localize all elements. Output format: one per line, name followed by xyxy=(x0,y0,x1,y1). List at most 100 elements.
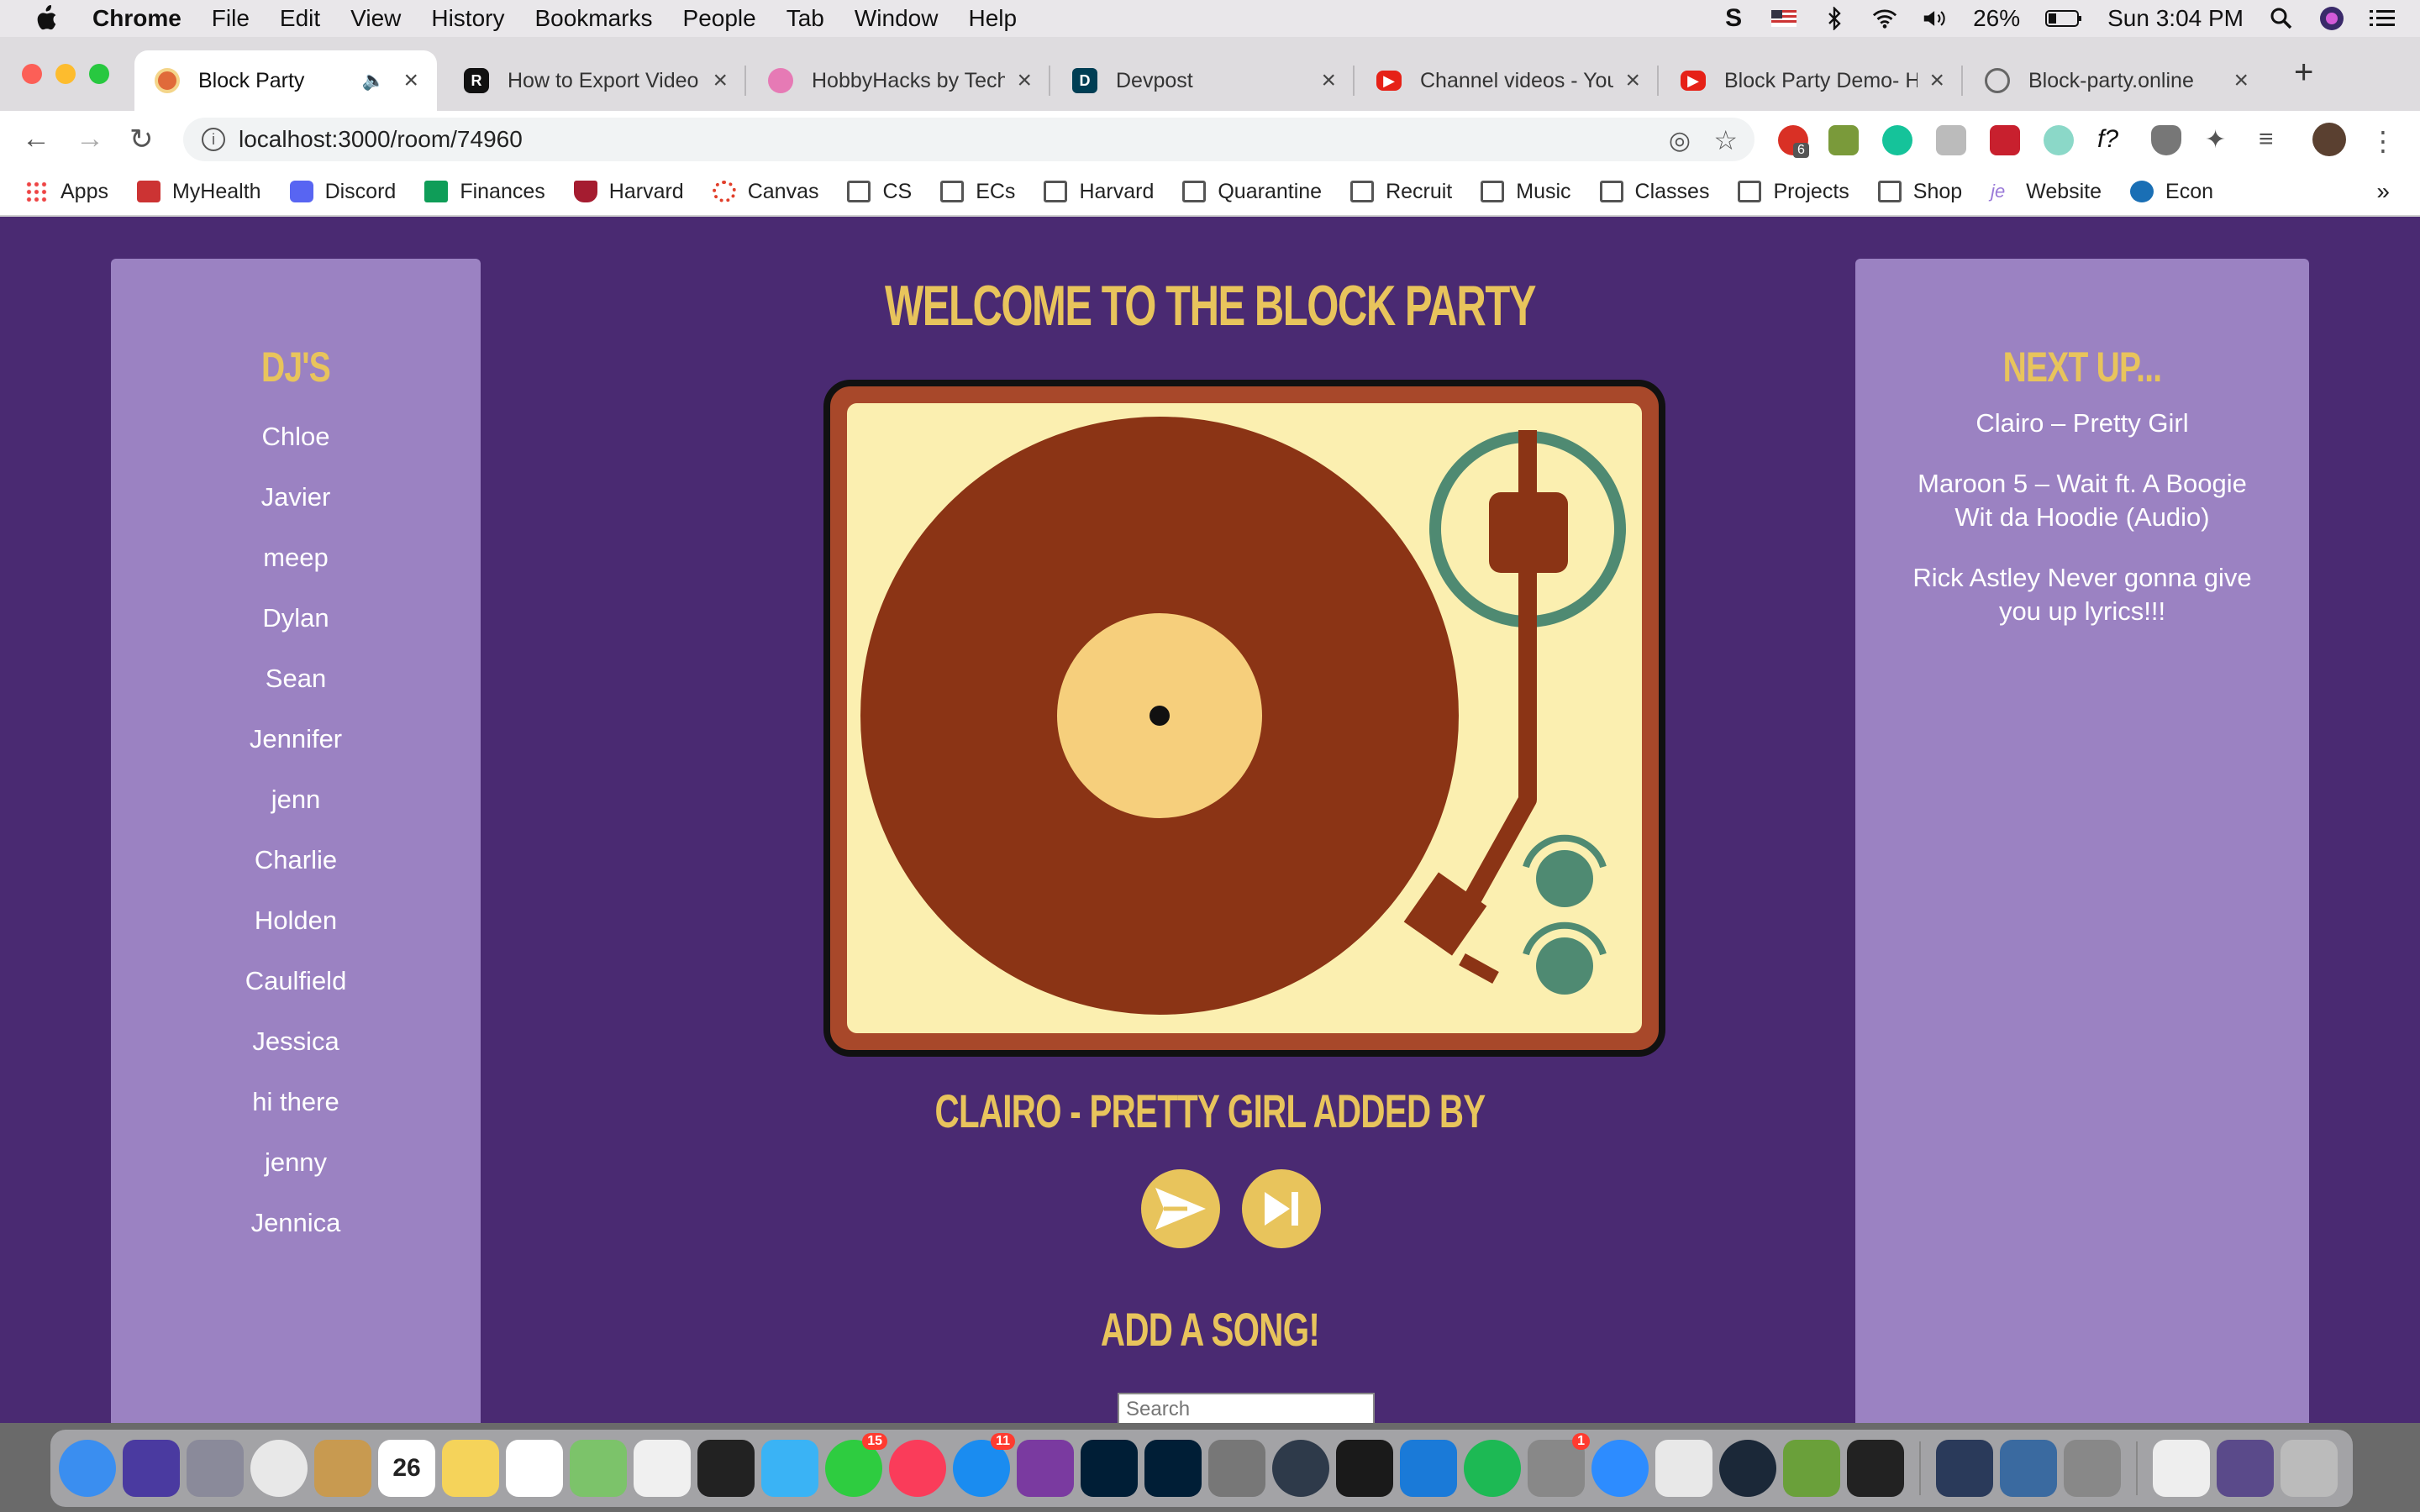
chrome-icon[interactable] xyxy=(250,1440,308,1497)
bookmark-folder-recruit[interactable]: Recruit xyxy=(1350,180,1452,204)
maps-icon[interactable] xyxy=(570,1440,627,1497)
speaker-icon[interactable]: 🔈 xyxy=(362,70,385,92)
apple-menu-icon[interactable] xyxy=(34,5,59,32)
final-cut-icon[interactable] xyxy=(697,1440,755,1497)
tab-block-party-online[interactable]: Block-party.online × xyxy=(1965,50,2267,111)
calendar-icon[interactable]: 26 xyxy=(378,1440,435,1497)
quicktime-icon[interactable] xyxy=(1936,1440,1993,1497)
s-app-icon[interactable]: S xyxy=(1721,4,1746,32)
extensions-puzzle-icon[interactable]: ✦ xyxy=(2205,125,2235,155)
menu-chrome[interactable]: Chrome xyxy=(92,5,182,32)
preview-icon[interactable] xyxy=(2000,1440,2057,1497)
tab-how-to-export-video[interactable]: R How to Export Video × xyxy=(444,50,746,111)
us-flag-icon[interactable] xyxy=(1771,7,1797,30)
bookmark-finances[interactable]: Finances xyxy=(424,180,545,204)
bookmark-folder-quarantine[interactable]: Quarantine xyxy=(1182,180,1322,204)
extension-font-icon[interactable]: f? xyxy=(2097,125,2128,155)
spotify-icon[interactable] xyxy=(1464,1440,1521,1497)
bookmark-apps[interactable]: Apps xyxy=(25,180,108,204)
menu-bookmarks[interactable]: Bookmarks xyxy=(534,5,652,32)
reminders-icon[interactable] xyxy=(506,1440,563,1497)
messages-icon[interactable] xyxy=(761,1440,818,1497)
bookmarks-overflow-icon[interactable]: » xyxy=(2376,178,2390,205)
xcode-icon[interactable] xyxy=(1400,1440,1457,1497)
skip-track-button[interactable] xyxy=(1242,1169,1321,1248)
window-zoom-button[interactable] xyxy=(89,64,109,84)
minecraft-icon[interactable] xyxy=(1783,1440,1840,1497)
siri-icon[interactable] xyxy=(123,1440,180,1497)
screenshot-icon[interactable] xyxy=(2064,1440,2121,1497)
tab-block-party[interactable]: Block Party 🔈 × xyxy=(134,50,437,111)
url-text[interactable]: localhost:3000/room/74960 xyxy=(239,126,523,153)
menu-edit[interactable]: Edit xyxy=(280,5,320,32)
spotlight-search-icon[interactable] xyxy=(2269,7,2294,30)
bookmark-folder-ecs[interactable]: ECs xyxy=(940,180,1015,204)
wifi-icon[interactable] xyxy=(1872,7,1897,30)
close-tab-icon[interactable]: × xyxy=(1929,66,1944,95)
menubar-clock[interactable]: Sun 3:04 PM xyxy=(2107,5,2244,32)
launchpad-icon[interactable] xyxy=(187,1440,244,1497)
menu-tab[interactable]: Tab xyxy=(786,5,824,32)
extension-k-icon[interactable] xyxy=(1936,125,1966,155)
bookmark-canvas[interactable]: Canvas xyxy=(712,180,818,204)
photos-icon[interactable] xyxy=(634,1440,691,1497)
onenote-icon[interactable] xyxy=(1017,1440,1074,1497)
close-tab-icon[interactable]: × xyxy=(1017,66,1032,95)
tab-devpost[interactable]: D Devpost × xyxy=(1052,50,1355,111)
address-bar[interactable]: i localhost:3000/room/74960 ◎ ☆ xyxy=(183,118,1754,161)
extension-lastpass-icon[interactable] xyxy=(1990,125,2020,155)
extension-shield-icon[interactable] xyxy=(2151,125,2181,155)
contacts-icon[interactable] xyxy=(314,1440,371,1497)
notes-icon[interactable] xyxy=(442,1440,499,1497)
battery-icon[interactable] xyxy=(2045,7,2082,30)
bookmark-folder-shop[interactable]: Shop xyxy=(1877,180,1962,204)
lightroom-icon[interactable] xyxy=(1144,1440,1202,1497)
music-file-icon[interactable] xyxy=(2153,1440,2210,1497)
media-controls-icon[interactable]: ≡ xyxy=(2259,125,2289,155)
siri-icon[interactable] xyxy=(2319,7,2344,30)
menu-history[interactable]: History xyxy=(431,5,504,32)
menu-window[interactable]: Window xyxy=(855,5,939,32)
back-arrow-icon[interactable]: ← xyxy=(22,123,50,155)
close-tab-icon[interactable]: × xyxy=(403,66,418,95)
new-tab-button[interactable]: + xyxy=(2294,54,2313,92)
tab-hobbyhacks[interactable]: HobbyHacks by Tech × xyxy=(748,50,1050,111)
atom-icon[interactable] xyxy=(1272,1440,1329,1497)
bookmark-folder-harvard[interactable]: Harvard xyxy=(1044,180,1154,204)
bookmark-folder-music[interactable]: Music xyxy=(1481,180,1571,204)
steam-icon[interactable] xyxy=(1719,1440,1776,1497)
bookmark-folder-cs[interactable]: CS xyxy=(847,180,912,204)
menu-view[interactable]: View xyxy=(350,5,401,32)
close-tab-icon[interactable]: × xyxy=(1625,66,1640,95)
profile-avatar[interactable] xyxy=(2312,123,2346,156)
photoshop-icon[interactable] xyxy=(1081,1440,1138,1497)
extension-grammarly-icon[interactable] xyxy=(1882,125,1912,155)
slack-icon[interactable] xyxy=(1655,1440,1712,1497)
bookmark-econ[interactable]: Econ xyxy=(2130,180,2213,204)
zoom-icon[interactable] xyxy=(1591,1440,1649,1497)
volume-icon[interactable] xyxy=(1923,7,1948,30)
close-tab-icon[interactable]: × xyxy=(713,66,728,95)
bookmark-discord[interactable]: Discord xyxy=(289,180,396,204)
bluetooth-icon[interactable] xyxy=(1822,7,1847,30)
close-tab-icon[interactable]: × xyxy=(2233,66,2249,95)
play-button[interactable] xyxy=(1141,1169,1220,1248)
bookmark-folder-projects[interactable]: Projects xyxy=(1738,180,1849,204)
extension-plant-icon[interactable] xyxy=(1828,125,1859,155)
finder-icon[interactable] xyxy=(59,1440,116,1497)
reload-icon[interactable]: ↻ xyxy=(129,123,154,156)
window-close-button[interactable] xyxy=(22,64,42,84)
control-center-icon[interactable] xyxy=(2370,7,2395,30)
trash-icon[interactable] xyxy=(2281,1440,2338,1497)
bookmark-website[interactable]: je Website xyxy=(1991,180,2102,204)
bookmark-folder-classes[interactable]: Classes xyxy=(1599,180,1709,204)
tab-block-party-demo[interactable]: ▶ Block Party Demo- H × xyxy=(1660,50,1963,111)
system-preferences-icon[interactable]: 1 xyxy=(1528,1433,1590,1497)
forward-arrow-icon[interactable]: → xyxy=(76,123,104,155)
menu-file[interactable]: File xyxy=(212,5,250,32)
terminal-icon[interactable] xyxy=(1847,1440,1904,1497)
site-info-icon[interactable]: i xyxy=(202,128,225,151)
pycharm-icon[interactable] xyxy=(1336,1440,1393,1497)
app-store-icon[interactable]: 11 xyxy=(953,1433,1015,1497)
screen-recording-icon[interactable] xyxy=(2217,1440,2274,1497)
